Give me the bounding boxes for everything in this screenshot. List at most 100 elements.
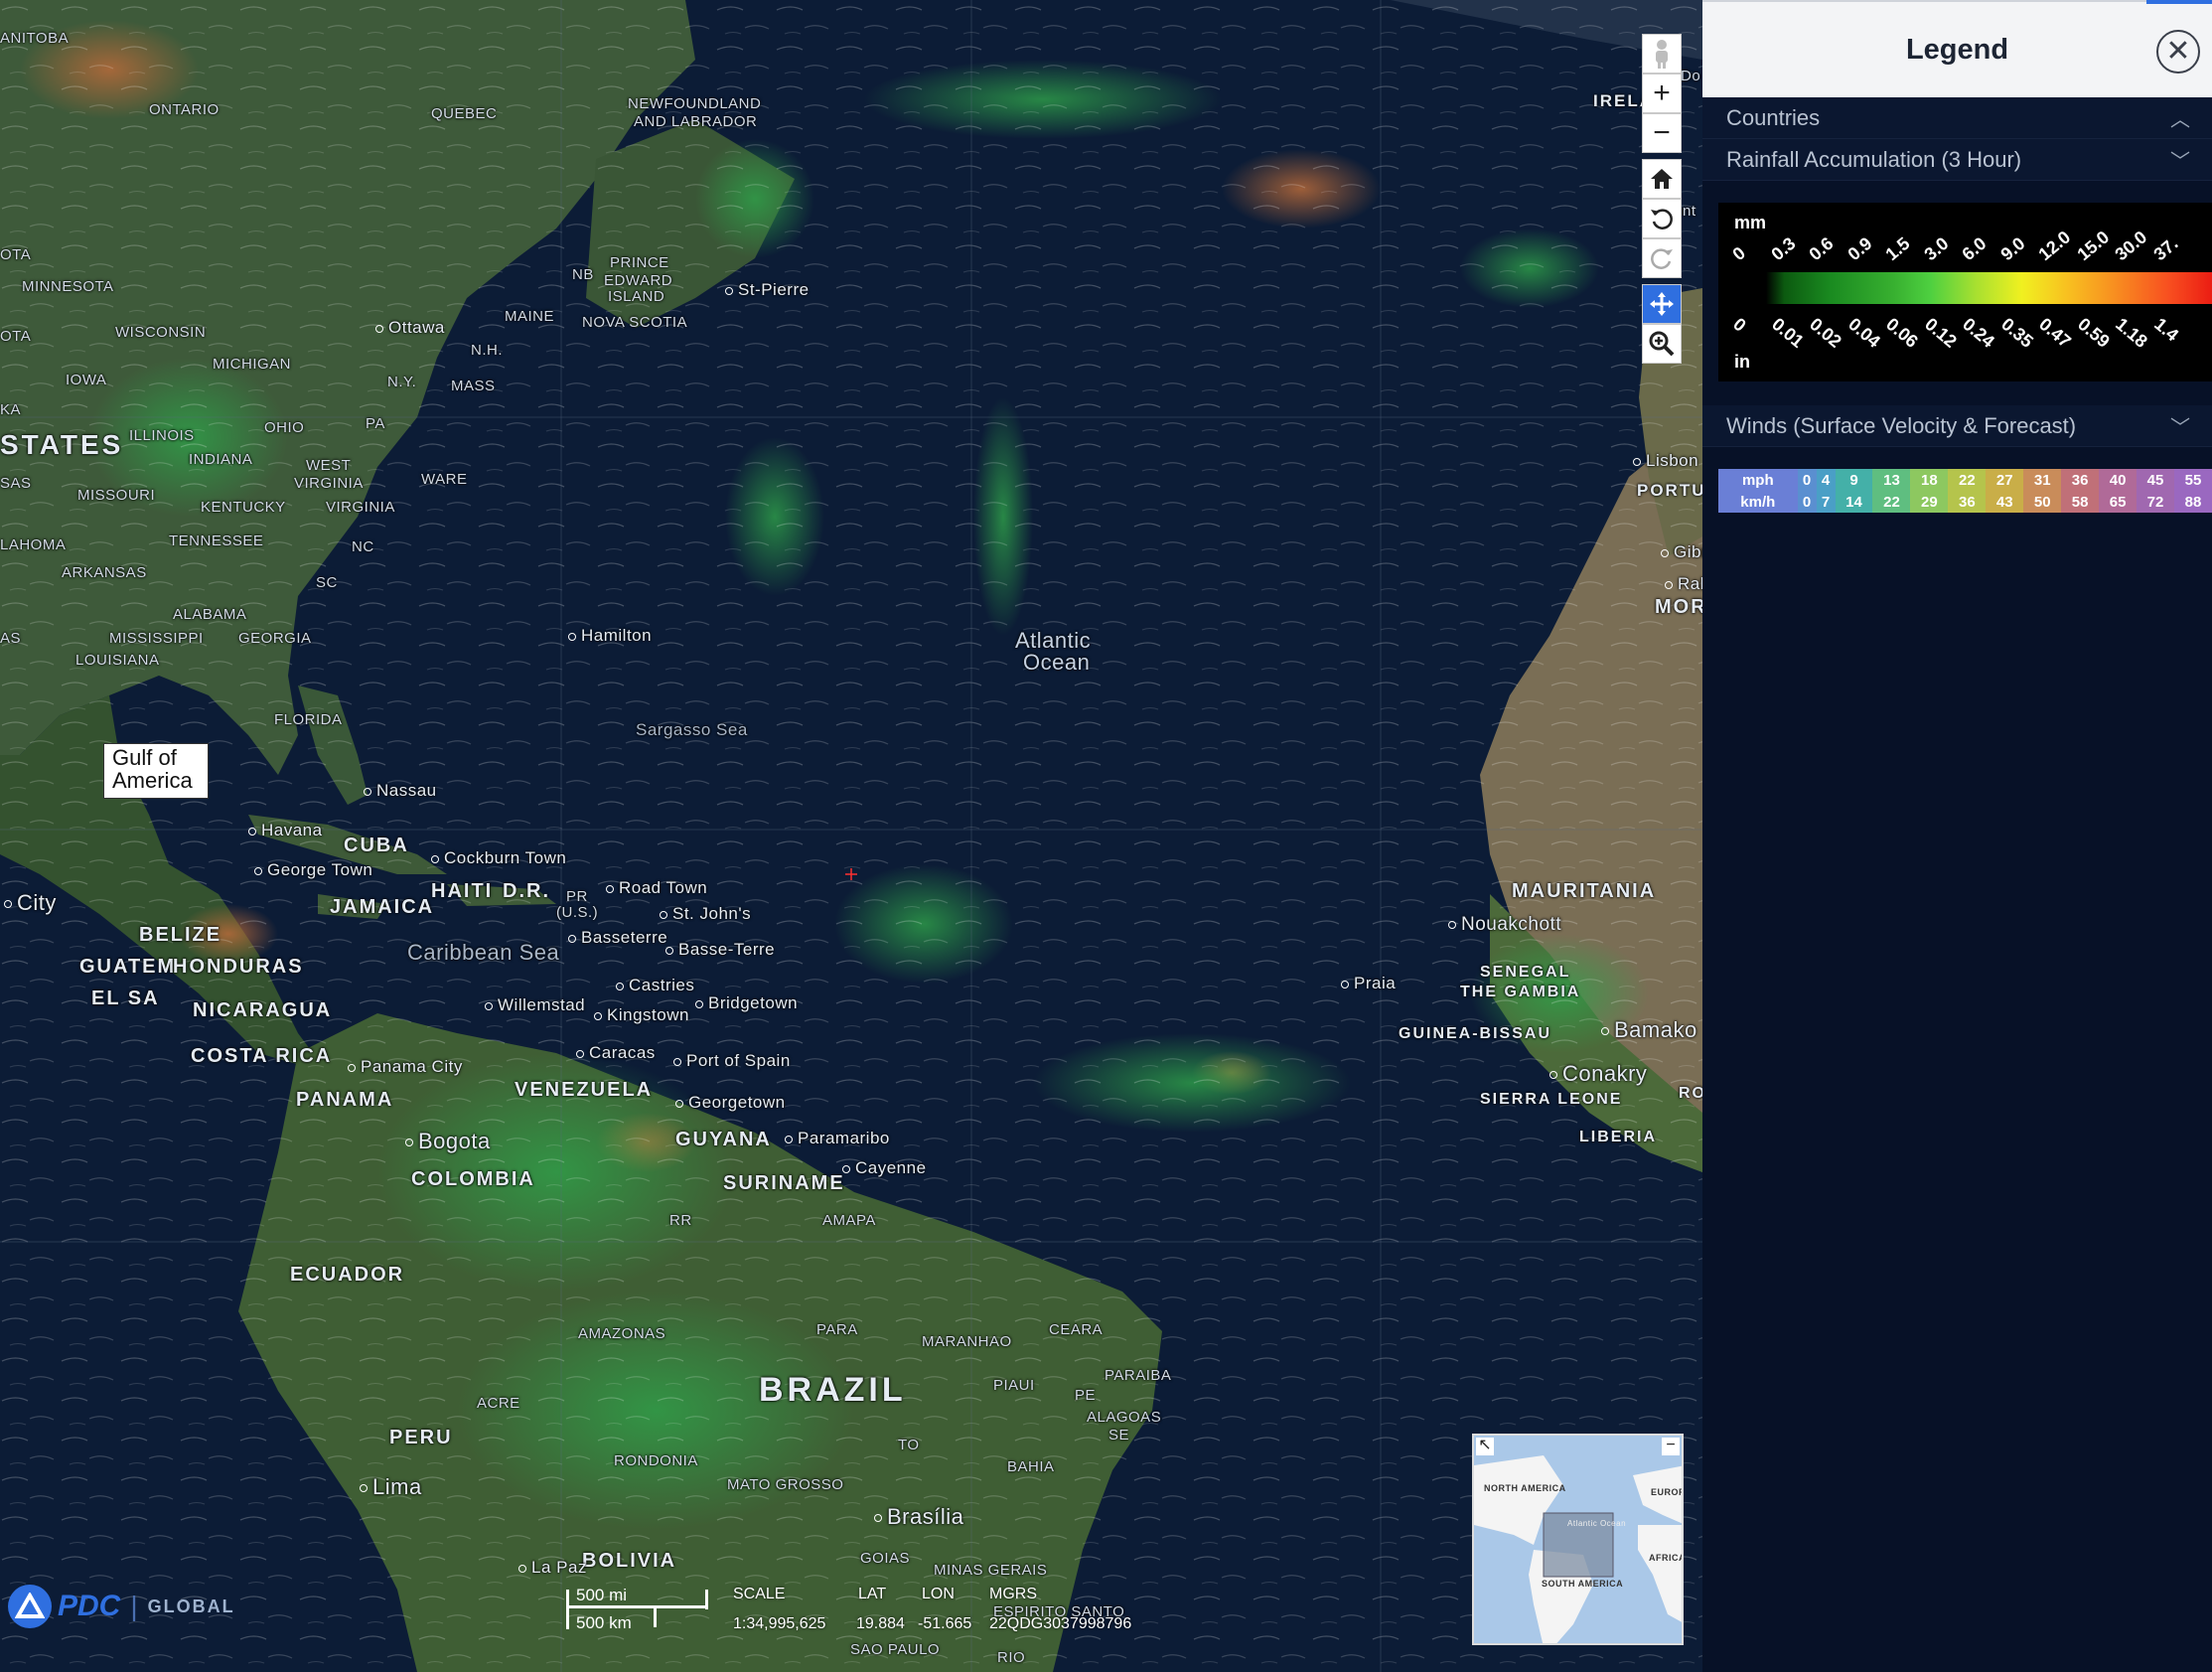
label-port-of-spain: Port of Spain: [673, 1051, 791, 1071]
rainfall-mm-tick: 37.: [2149, 232, 2182, 265]
street-view-icon: [1656, 40, 1668, 69]
gulf-label-line1: Gulf of: [112, 745, 177, 770]
label-pei-2: EDWARD: [604, 272, 673, 289]
wind-mph-value: 45: [2137, 469, 2174, 491]
redo-button[interactable]: [1642, 238, 1682, 278]
rainfall-color-scale: mm in 0 0.3 0.6 0.9 1.5 3.0 6.0 9.0 12.0 15.0 30.0…: [1718, 203, 2212, 381]
lon-label: LON: [922, 1586, 955, 1602]
label-bridgetown: Bridgetown: [695, 993, 798, 1013]
label-willemstad: Willemstad: [485, 995, 585, 1015]
street-view-button[interactable]: [1642, 34, 1682, 74]
wind-mph-value: 40: [2099, 469, 2138, 491]
label-gambia: THE GAMBIA: [1460, 984, 1581, 1000]
label-states: STATES: [0, 429, 124, 460]
label-nouakchott: Nouakchott: [1448, 914, 1561, 936]
label-amapa: AMAPA: [822, 1212, 876, 1229]
label-illinois: ILLINOIS: [129, 427, 195, 444]
overview-expand-button[interactable]: ↖: [1476, 1438, 1494, 1455]
label-conakry: Conakry: [1549, 1061, 1647, 1087]
wind-kmh-value: 36: [1948, 491, 1987, 513]
label-ro: RO: [1679, 1085, 1702, 1102]
label-maine: MAINE: [505, 308, 555, 325]
label-pei-1: PRINCE: [610, 254, 669, 271]
lat-label: LAT: [858, 1586, 887, 1602]
zoom-in-button[interactable]: +: [1642, 74, 1682, 113]
label-alabama: ALABAMA: [173, 606, 247, 623]
zoom-box-button[interactable]: [1642, 324, 1682, 364]
label-caracas: Caracas: [576, 1043, 656, 1063]
rainfall-mm-tick: 15.0: [2073, 227, 2113, 265]
expand-icon: ↖: [1478, 1437, 1492, 1453]
wind-mph-value: 18: [1910, 469, 1949, 491]
label-mato-grosso: MATO GROSSO: [727, 1476, 844, 1493]
wind-mph-value: 13: [1872, 469, 1911, 491]
label-peru: PERU: [389, 1427, 453, 1448]
zoom-out-button[interactable]: −: [1642, 113, 1682, 153]
wind-mph-value: 36: [2061, 469, 2100, 491]
rainfall-in-tick: 0.59: [2073, 314, 2114, 352]
legend-section-winds[interactable]: Winds (Surface Velocity & Forecast) ﹀: [1702, 405, 2212, 447]
label-sao-paulo: SAO PAULO: [850, 1641, 941, 1658]
label-dr: D.R.: [503, 880, 550, 902]
label-sc: SC: [316, 574, 338, 591]
label-georgia: GEORGIA: [238, 630, 312, 647]
wind-kmh-value: 43: [1986, 491, 2024, 513]
label-ecuador: ECUADOR: [290, 1264, 405, 1286]
label-ceara: CEARA: [1049, 1321, 1104, 1338]
label-el-salvador: EL SA: [91, 988, 160, 1009]
rainfall-in-tick: 0.35: [1996, 314, 2037, 352]
legend-section-countries[interactable]: Countries ︿: [1702, 97, 2212, 139]
rainfall-in-tick: 0.01: [1767, 314, 1808, 352]
label-west-virginia-1: WEST: [306, 457, 352, 474]
home-button[interactable]: [1642, 159, 1682, 199]
label-michigan: MICHIGAN: [213, 356, 291, 373]
label-pr: PR: [566, 888, 588, 905]
legend-section-rainfall[interactable]: Rainfall Accumulation (3 Hour) ﹀: [1702, 139, 2212, 181]
label-brasilia: Brasília: [874, 1504, 963, 1530]
wind-kmh-value: 58: [2061, 491, 2100, 513]
label-george-town: George Town: [254, 860, 372, 880]
pdc-logo[interactable]: PDC | GLOBAL: [8, 1585, 235, 1628]
rainfall-in-tick: 0.02: [1806, 314, 1845, 352]
legend-section-rainfall-label: Rainfall Accumulation (3 Hour): [1726, 146, 2022, 172]
label-ka: KA: [0, 401, 22, 418]
legend-close-button[interactable]: ✕: [2156, 30, 2200, 74]
label-nt: nt: [1683, 203, 1696, 220]
label-pe: PE: [1075, 1387, 1097, 1404]
overview-map-image: [1474, 1436, 1682, 1643]
rainfall-in-tick: 0.12: [1920, 314, 1961, 352]
undo-icon: [1651, 209, 1673, 229]
chevron-up-icon: ︿: [2170, 109, 2190, 131]
label-mauritania: MAURITANIA: [1512, 880, 1657, 902]
undo-button[interactable]: [1642, 199, 1682, 238]
label-ontario: ONTARIO: [149, 101, 220, 118]
label-se: SE: [1108, 1427, 1130, 1444]
label-oklahoma: LAHOMA: [0, 536, 67, 553]
label-basseterre: Basseterre: [568, 928, 667, 948]
mgrs-value: 22QDG3037998796: [989, 1615, 1132, 1632]
label-paramaribo: Paramaribo: [785, 1129, 890, 1148]
pan-button[interactable]: [1642, 284, 1682, 324]
overview-collapse-button[interactable]: −: [1662, 1438, 1680, 1455]
wind-mph-value: 27: [1986, 469, 2024, 491]
minus-icon: −: [1653, 116, 1671, 149]
map-view[interactable]: ANITOBA ONTARIO QUEBEC NEWFOUNDLAND AND …: [0, 0, 1702, 1672]
label-jamaica: JAMAICA: [330, 896, 435, 918]
overview-map[interactable]: NORTH AMERICA EUROPE Atlantic Ocean AFRI…: [1472, 1434, 1684, 1645]
label-iowa: IOWA: [66, 372, 107, 388]
label-georgetown: Georgetown: [675, 1093, 786, 1113]
label-west-virginia-2: VIRGINIA: [294, 475, 364, 492]
label-acre: ACRE: [477, 1395, 520, 1412]
redo-icon: [1651, 248, 1673, 269]
plus-icon: +: [1653, 76, 1671, 109]
wind-kmh-value: 88: [2173, 491, 2212, 513]
label-nh: N.H.: [471, 342, 503, 359]
label-haiti: HAITI: [431, 880, 494, 902]
label-ota: OTA: [0, 246, 32, 263]
pdc-global: GLOBAL: [147, 1596, 235, 1616]
label-nassau: Nassau: [364, 781, 437, 801]
rainfall-mm-tick: 0.6: [1805, 232, 1838, 265]
label-lima: Lima: [360, 1474, 422, 1500]
label-sierra-leone: SIERRA LEONE: [1480, 1091, 1623, 1108]
scale-value: 1:34,995,625: [733, 1615, 826, 1632]
